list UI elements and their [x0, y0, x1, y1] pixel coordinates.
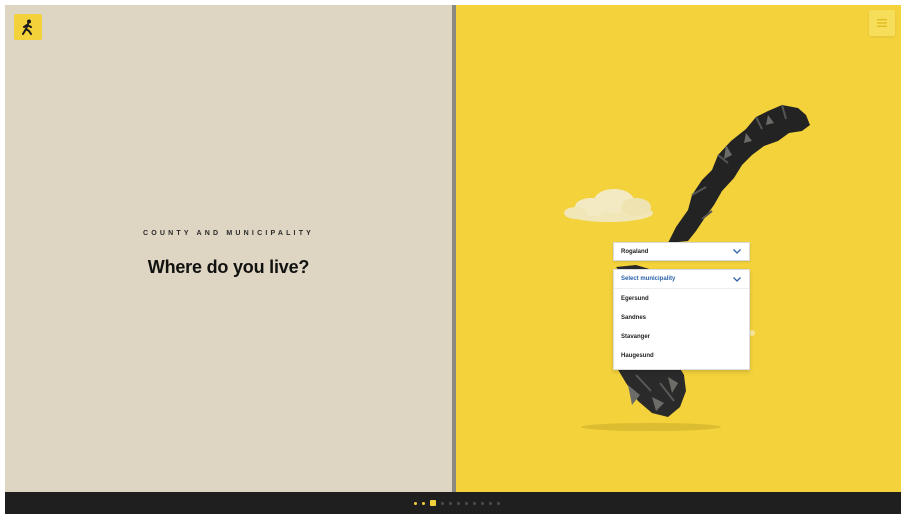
cloud-illustration: [564, 189, 653, 222]
logo-button[interactable]: [14, 14, 42, 40]
left-panel: COUNTY AND MUNICIPALITY Where do you liv…: [5, 5, 452, 492]
progress-dot[interactable]: [422, 501, 425, 505]
progress-dot[interactable]: [489, 501, 492, 505]
municipality-dropdown[interactable]: Select municipality Egersund Sandnes Sta…: [613, 269, 750, 370]
county-select[interactable]: Rogaland: [613, 242, 750, 261]
municipality-option[interactable]: Sandnes: [614, 308, 749, 327]
municipality-select[interactable]: Select municipality: [614, 270, 749, 289]
municipality-option[interactable]: Stavanger: [614, 327, 749, 346]
page-title: Where do you live?: [147, 257, 310, 277]
progress-dot[interactable]: [414, 501, 417, 505]
progress-dot[interactable]: [441, 501, 444, 505]
progress-dot-current[interactable]: [430, 500, 436, 506]
progress-dot[interactable]: [473, 501, 476, 505]
progress-bar: [5, 492, 901, 514]
progress-dot[interactable]: [481, 501, 484, 505]
progress-dot[interactable]: [449, 501, 452, 505]
right-panel: Rogaland Select municipality Egersund Sa…: [456, 5, 901, 492]
map-north-region: [668, 105, 810, 243]
chevron-down-icon: [732, 248, 742, 256]
progress-dot[interactable]: [465, 501, 468, 505]
map-shadow: [581, 423, 721, 431]
municipality-option[interactable]: Egersund: [614, 289, 749, 308]
chevron-down-icon: [732, 275, 742, 283]
municipality-placeholder: Select municipality: [621, 276, 676, 282]
progress-dot[interactable]: [497, 501, 500, 505]
progress-dot[interactable]: [457, 501, 460, 505]
section-eyebrow: COUNTY AND MUNICIPALITY: [142, 230, 315, 237]
county-select-value: Rogaland: [621, 248, 649, 255]
municipality-option[interactable]: Haugesund: [614, 346, 749, 365]
progress-dots: [414, 500, 500, 506]
person-walking-logo-icon: [22, 19, 32, 35]
